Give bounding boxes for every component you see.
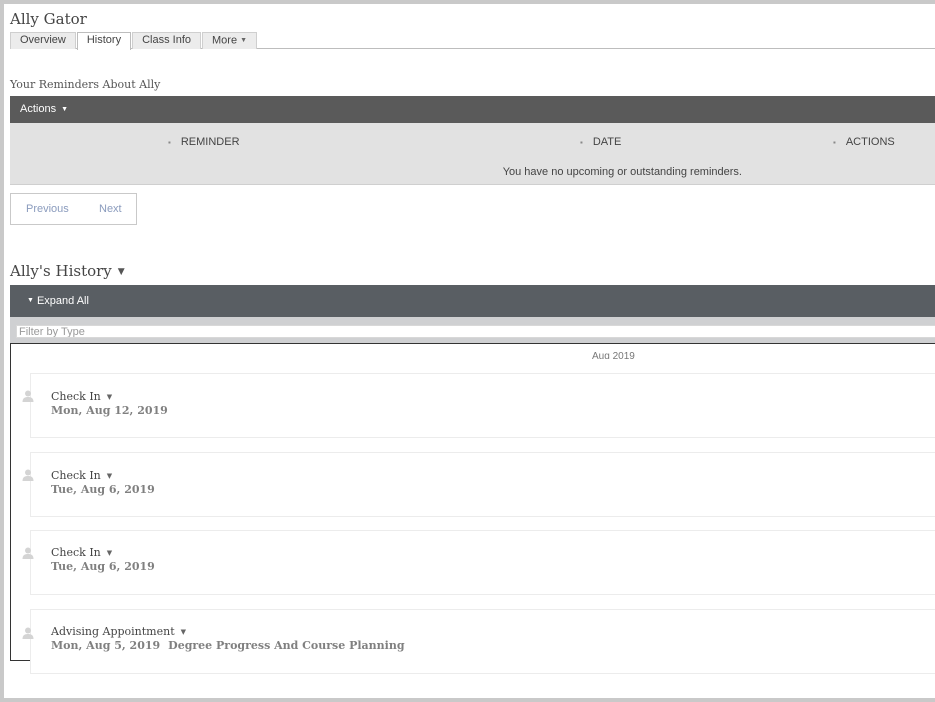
person-icon — [22, 627, 34, 639]
column-header-reminder[interactable]: ▪ REMINDER — [168, 136, 240, 148]
tab-label: Overview — [20, 34, 66, 46]
sort-icon: ▪ — [580, 138, 583, 147]
previous-button[interactable]: Previous — [26, 203, 69, 215]
entry-date: Tue, Aug 6, 2019 — [51, 483, 163, 496]
entry-date-text: Mon, Aug 12, 2019 — [51, 404, 168, 417]
entry-date: Mon, Aug 5, 2019 Degree Progress And Cour… — [51, 639, 405, 652]
page-title: Ally Gator — [10, 10, 87, 28]
actions-bar: Actions ▼ — [10, 96, 935, 123]
history-entry[interactable] — [30, 530, 935, 595]
next-button[interactable]: Next — [99, 203, 122, 215]
expand-all-bar: ▼ Expand All — [10, 285, 935, 317]
column-label: ACTIONS — [845, 136, 895, 148]
entry-title-label: Check In — [51, 469, 101, 482]
pagination: Previous Next — [10, 193, 137, 225]
caret-down-icon: ▼ — [27, 297, 34, 305]
sort-icon: ▪ — [168, 138, 171, 147]
entry-date-text: Mon, Aug 5, 2019 — [51, 639, 161, 652]
entry-date-text: Tue, Aug 6, 2019 — [51, 483, 155, 496]
column-label: DATE — [592, 136, 622, 148]
entry-title-label: Check In — [51, 546, 101, 559]
sort-icon: ▪ — [833, 138, 836, 147]
caret-down-icon: ▼ — [106, 549, 113, 557]
expand-all-button[interactable]: ▼ Expand All — [27, 295, 89, 307]
month-label: Aug 2019 — [592, 351, 635, 359]
entry-title[interactable]: Check In ▼ — [51, 469, 112, 482]
person-icon — [22, 390, 34, 402]
caret-down-icon: ▼ — [61, 106, 69, 113]
tab-class-info[interactable]: Class Info — [132, 32, 201, 49]
column-header-date[interactable]: ▪ DATE — [580, 136, 621, 148]
entry-date: Mon, Aug 12, 2019 — [51, 404, 176, 417]
caret-down-icon: ▼ — [106, 393, 113, 401]
tab-overview[interactable]: Overview — [10, 32, 76, 49]
filter-by-type-input[interactable] — [16, 325, 935, 338]
tab-label: History — [86, 34, 122, 46]
entry-date: Tue, Aug 6, 2019 — [51, 560, 163, 573]
tab-label: More — [212, 34, 238, 47]
entry-title[interactable]: Check In ▼ — [51, 546, 112, 559]
history-title-label: Ally's History — [10, 262, 112, 280]
column-header-actions[interactable]: ▪ ACTIONS — [833, 136, 895, 148]
tab-bar: Overview History Class Info More ▼ — [10, 32, 935, 50]
reminders-table: ▪ REMINDER ▪ DATE ▪ ACTIONS You have no upc… — [10, 123, 935, 185]
empty-reminders-message: You have no upcoming or outstanding remi… — [502, 166, 742, 178]
entry-title-label: Advising Appointment — [51, 625, 175, 638]
tab-more[interactable]: More ▼ — [202, 32, 257, 49]
entry-title[interactable]: Advising Appointment ▼ — [51, 625, 186, 638]
expand-all-label: Expand All — [36, 295, 89, 307]
caret-down-icon: ▼ — [117, 267, 125, 277]
entry-title-label: Check In — [51, 390, 101, 403]
person-icon — [22, 547, 34, 559]
person-icon — [22, 469, 34, 481]
entry-date-text: Tue, Aug 6, 2019 — [51, 560, 155, 573]
tab-history[interactable]: History — [76, 32, 132, 50]
reminders-heading: Your Reminders About Ally — [10, 78, 161, 91]
tab-label: Class Info — [142, 34, 191, 46]
history-entry[interactable] — [30, 452, 935, 517]
history-title[interactable]: Ally's History ▼ — [10, 262, 125, 280]
caret-down-icon: ▼ — [240, 37, 247, 44]
entry-title[interactable]: Check In ▼ — [51, 390, 112, 403]
actions-label: Actions — [20, 103, 57, 116]
actions-dropdown[interactable]: Actions ▼ — [20, 103, 68, 115]
caret-down-icon: ▼ — [180, 628, 187, 636]
entry-description: Degree Progress And Course Planning — [168, 639, 405, 652]
column-label: REMINDER — [180, 136, 240, 148]
timeline-divider — [10, 660, 30, 661]
caret-down-icon: ▼ — [106, 472, 113, 480]
